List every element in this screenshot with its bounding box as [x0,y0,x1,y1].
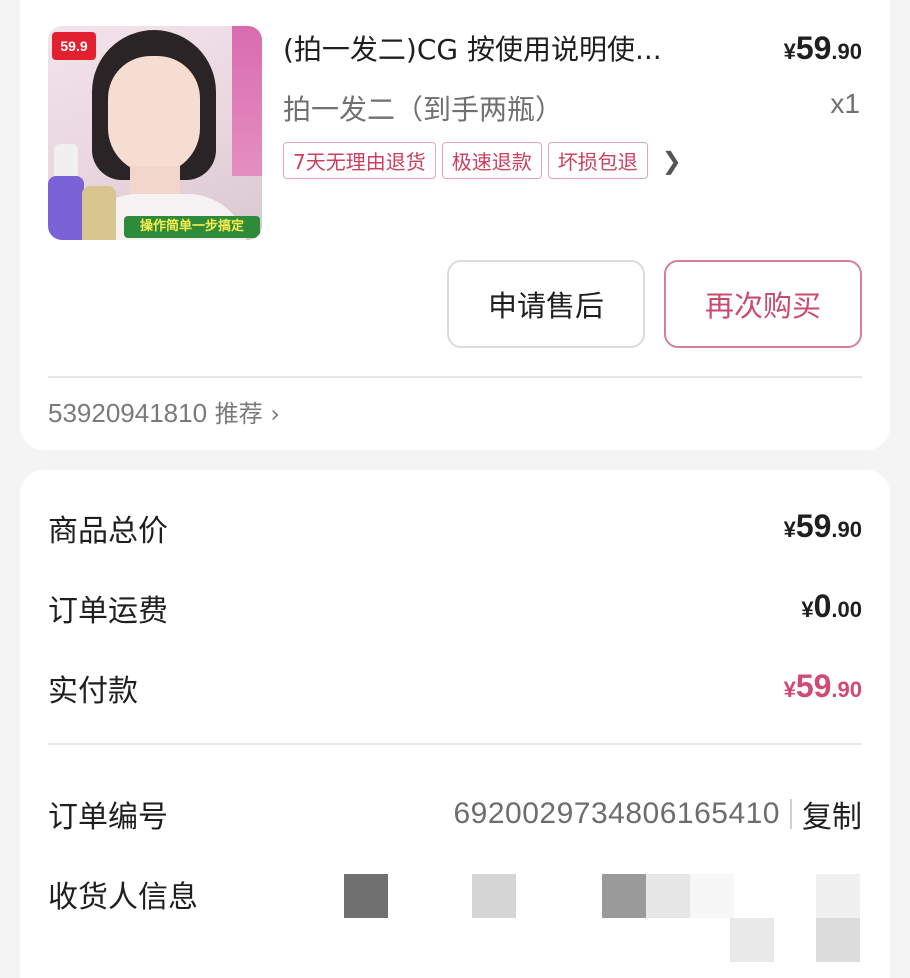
product-image-vial [82,186,116,240]
order-item-card: 59.9 操作简单一步搞定 (拍一发二)CG 按使用说明使... ¥59.90 … [20,0,890,450]
product-price: ¥59.90 [784,30,862,67]
tag-damage-return: 坏损包退 [547,142,648,179]
recommend-label: 推荐 [214,400,263,428]
price-integer: 59 [795,668,832,704]
paid-value: ¥59.90 [784,668,862,705]
paid-label: 实付款 [48,674,138,709]
goods-total-value: ¥59.90 [784,508,862,545]
goods-total-label: 商品总价 [48,514,168,549]
privacy-mask-block [646,874,690,918]
tag-return-7days: 7天无理由退货 [283,142,436,179]
product-image-slogan: 操作简单一步搞定 [124,216,260,238]
price-decimal: .90 [831,517,862,542]
price-integer: 0 [813,588,832,624]
apply-after-sale-button[interactable]: 申请售后 [447,260,645,348]
privacy-mask-block [816,874,860,918]
price-symbol: ¥ [783,39,796,64]
divider [48,743,862,745]
price-decimal: .90 [831,677,862,702]
product-image-face [108,56,200,174]
privacy-mask-block [730,918,774,962]
price-integer: 59 [795,30,832,66]
price-symbol: ¥ [801,597,814,622]
price-decimal: .00 [831,597,862,622]
shipping-label: 订单运费 [48,594,168,629]
product-image[interactable]: 59.9 操作简单一步搞定 [48,26,262,240]
privacy-mask-block [690,874,734,918]
product-variant: 拍一发二（到手两瓶） [283,93,564,126]
shipping-value: ¥0.00 [801,588,862,625]
recommend-id: 53920941810 [48,398,208,428]
privacy-mask-block [602,874,646,918]
price-integer: 59 [795,508,832,544]
privacy-mask-block [472,874,516,918]
product-image-bottle [48,176,84,240]
product-image-price-badge: 59.9 [52,32,96,60]
chevron-right-icon: › [270,400,280,428]
product-title[interactable]: (拍一发二)CG 按使用说明使... [283,28,743,68]
chevron-right-icon[interactable]: ❯ [662,147,682,175]
order-number-row: 6920029734806165410 复制 [453,792,862,836]
product-quantity: x1 [830,88,860,119]
buy-again-button[interactable]: 再次购买 [664,260,862,348]
privacy-mask-block [344,874,388,918]
privacy-mask-block [816,918,860,962]
recommend-link[interactable]: 53920941810 推荐 › [48,394,280,429]
price-decimal: .90 [831,39,862,64]
copy-button[interactable]: 复制 [802,792,862,836]
price-symbol: ¥ [783,517,796,542]
order-number: 6920029734806165410 [453,797,780,830]
order-number-label: 订单编号 [48,800,168,835]
product-image-side-strip [232,26,262,176]
product-image-bottle-cap [54,144,78,180]
tag-fast-refund: 极速退款 [441,142,542,179]
price-symbol: ¥ [783,677,796,702]
divider [48,376,862,378]
separator [790,799,792,829]
service-tags[interactable]: 7天无理由退货 极速退款 坏损包退 ❯ [283,142,682,179]
order-summary-card: 商品总价 ¥59.90 订单运费 ¥0.00 实付款 ¥59.90 订单编号 6… [20,470,890,978]
receiver-info-label: 收货人信息 [48,880,198,915]
